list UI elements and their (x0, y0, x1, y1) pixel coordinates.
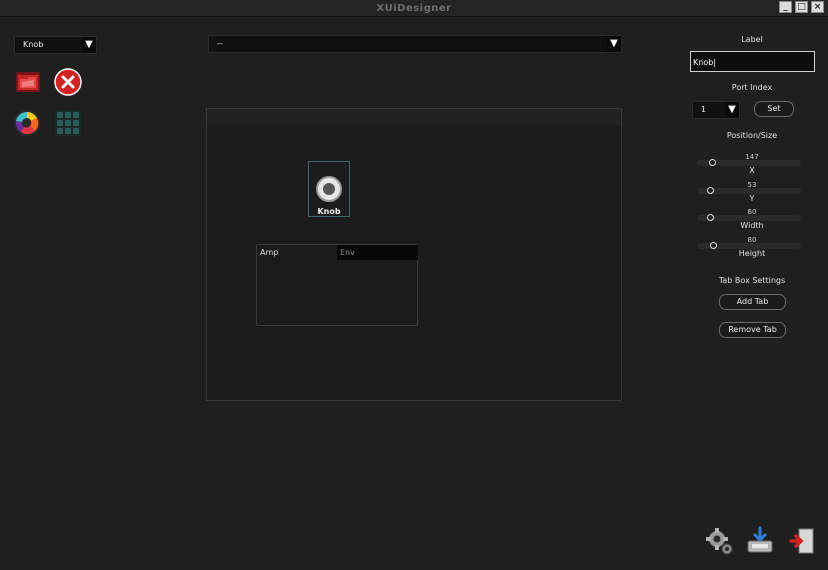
label-heading: Label (741, 35, 763, 44)
height-label: Height (738, 249, 766, 258)
height-slider-thumb[interactable] (710, 242, 717, 249)
remove-tab-button[interactable]: Remove Tab (719, 322, 786, 338)
position-size-heading: Position/Size (726, 131, 778, 140)
width-slider-thumb[interactable] (707, 214, 714, 221)
y-label: Y (749, 194, 755, 203)
window-title: XUiDesigner (376, 3, 452, 14)
chevron-down-icon[interactable]: ▼ (607, 36, 621, 52)
y-slider-thumb[interactable] (707, 187, 714, 194)
minimize-button[interactable]: _ (779, 1, 792, 13)
width-label: Width (740, 221, 764, 230)
hand-cursor-icon (323, 183, 335, 195)
folder-icon[interactable] (14, 68, 42, 96)
maximize-button[interactable]: □ (795, 1, 808, 13)
add-tab-button[interactable]: Add Tab (719, 294, 786, 310)
tab-env[interactable]: Env (337, 245, 418, 260)
close-window-button[interactable]: × (811, 1, 824, 13)
grid-icon[interactable] (54, 109, 82, 137)
knob-dial[interactable] (316, 176, 342, 202)
settings-icon[interactable] (704, 526, 734, 556)
label-input[interactable]: Knob| (690, 51, 815, 72)
set-button[interactable]: Set (754, 101, 794, 117)
chevron-down-icon[interactable]: ▼ (82, 37, 96, 53)
plugin-select-value: -- (217, 39, 223, 48)
plugin-select[interactable]: -- ▼ (208, 35, 622, 53)
tab-amp[interactable]: Amp (257, 245, 337, 260)
tab-box-settings-heading: Tab Box Settings (718, 276, 786, 285)
port-index-value: 1 (701, 105, 707, 114)
label-input-value: Knob| (693, 58, 716, 67)
x-label: X (749, 166, 755, 175)
save-icon[interactable] (745, 526, 775, 556)
title-bar: XUiDesigner _ □ × (0, 0, 828, 17)
x-slider-thumb[interactable] (709, 159, 716, 166)
widget-type-value: Knob (23, 40, 44, 49)
color-wheel-icon[interactable] (13, 109, 41, 137)
close-circle-icon[interactable] (54, 68, 82, 96)
tab-box-widget[interactable]: Amp Env (256, 244, 418, 326)
knob-widget[interactable]: Knob (308, 161, 350, 217)
port-index-heading: Port Index (731, 83, 773, 92)
widget-type-select[interactable]: Knob ▼ (14, 36, 97, 54)
chevron-down-icon[interactable]: ▼ (725, 102, 739, 118)
exit-icon[interactable] (787, 526, 817, 556)
knob-label: Knob (317, 207, 341, 216)
port-index-select[interactable]: 1 ▼ (692, 101, 740, 119)
canvas-header (207, 109, 621, 126)
